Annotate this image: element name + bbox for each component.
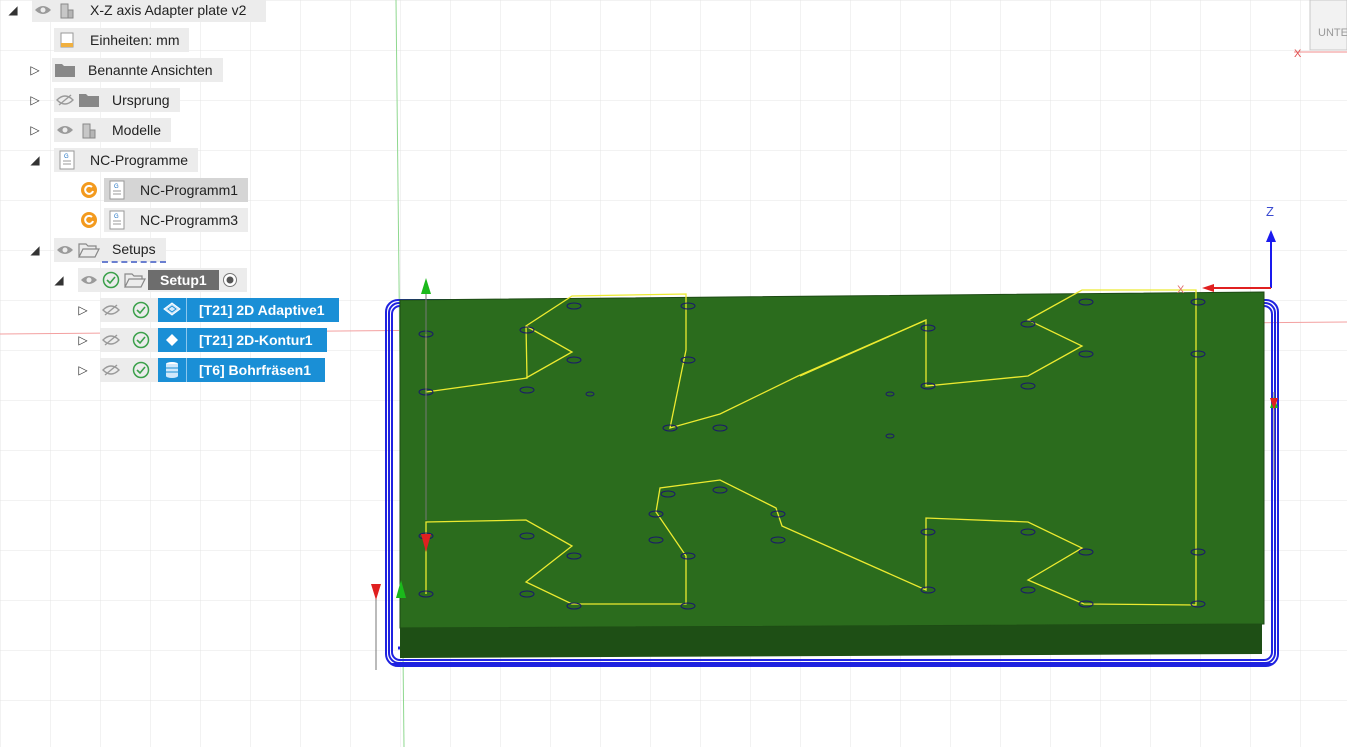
tree-row-units[interactable]: Einheiten: mm <box>54 27 190 53</box>
component-icon <box>54 0 80 21</box>
check-circle-icon <box>130 359 152 381</box>
open-folder-icon <box>76 239 102 261</box>
expand-triangle-icon[interactable]: ▷ <box>28 123 42 137</box>
expand-triangle-icon[interactable]: ▷ <box>28 93 42 107</box>
tree-row-nc-program-1[interactable]: G NC-Programm1 <box>78 177 249 203</box>
radio-activate-icon[interactable] <box>219 269 241 291</box>
stock-side-face <box>400 624 1262 658</box>
models-label: Modelle <box>112 122 162 138</box>
folder-icon <box>76 89 102 111</box>
nc-program-icon: G <box>54 149 80 171</box>
collapse-triangle-icon[interactable]: ◢ <box>28 243 42 257</box>
root-component-label: X-Z axis Adapter plate v2 <box>90 2 247 18</box>
refresh-warning-icon <box>78 179 100 201</box>
contour-op-icon <box>158 328 187 352</box>
units-icon <box>54 28 80 52</box>
folder-icon <box>52 58 78 82</box>
operation-label: [T21] 2D Adaptive1 <box>187 298 339 322</box>
stock-body <box>399 291 1265 629</box>
open-folder-icon <box>122 269 148 291</box>
eye-hidden-icon[interactable] <box>100 359 122 381</box>
nc-program-icon: G <box>104 179 130 201</box>
svg-text:G: G <box>114 184 119 190</box>
check-circle-icon <box>100 269 122 291</box>
units-label: Einheiten: mm <box>80 28 190 52</box>
nc-program-label: NC-Programm3 <box>140 212 239 228</box>
operation-label: [T21] 2D-Kontur1 <box>187 328 327 352</box>
eye-hidden-icon[interactable] <box>54 89 76 111</box>
nc-programs-label: NC-Programme <box>90 152 189 168</box>
z-axis-label: Z <box>1266 204 1274 219</box>
adaptive-op-icon <box>158 298 187 322</box>
eye-icon[interactable] <box>54 239 76 261</box>
nc-program-label: NC-Programm1 <box>130 178 249 202</box>
nc-program-icon: G <box>104 209 130 231</box>
eye-icon[interactable] <box>54 119 76 141</box>
eye-icon[interactable] <box>32 0 54 21</box>
component-icon <box>76 119 102 141</box>
collapse-triangle-icon[interactable]: ◢ <box>52 273 66 287</box>
expand-triangle-icon[interactable]: ▷ <box>76 363 90 377</box>
view-cube-face-label: UNTE <box>1318 27 1347 39</box>
refresh-warning-icon <box>78 209 100 231</box>
origin-label: Ursprung <box>112 92 170 108</box>
eye-hidden-icon[interactable] <box>100 299 122 321</box>
svg-text:G: G <box>64 154 69 160</box>
eye-hidden-icon[interactable] <box>100 329 122 351</box>
svg-text:G: G <box>114 214 119 220</box>
named-views-label: Benannte Ansichten <box>78 58 223 82</box>
check-circle-icon <box>130 299 152 321</box>
view-cube-x-label: X <box>1294 48 1302 60</box>
expand-triangle-icon[interactable]: ▷ <box>76 333 90 347</box>
x-axis-marker: X <box>1177 284 1185 296</box>
operation-label: [T6] Bohrfräsen1 <box>187 358 326 382</box>
collapse-triangle-icon[interactable]: ◢ <box>28 153 42 167</box>
collapse-triangle-icon[interactable]: ◢ <box>6 3 20 17</box>
setup1-label: Setup1 <box>148 270 219 290</box>
bore-op-icon <box>158 358 187 382</box>
expand-triangle-icon[interactable]: ▷ <box>76 303 90 317</box>
expand-triangle-icon[interactable]: ▷ <box>28 63 42 77</box>
eye-icon[interactable] <box>78 269 100 291</box>
check-circle-icon <box>130 329 152 351</box>
setups-label: Setups <box>102 237 166 263</box>
tree-row-nc-program-3[interactable]: G NC-Programm3 <box>78 207 249 233</box>
